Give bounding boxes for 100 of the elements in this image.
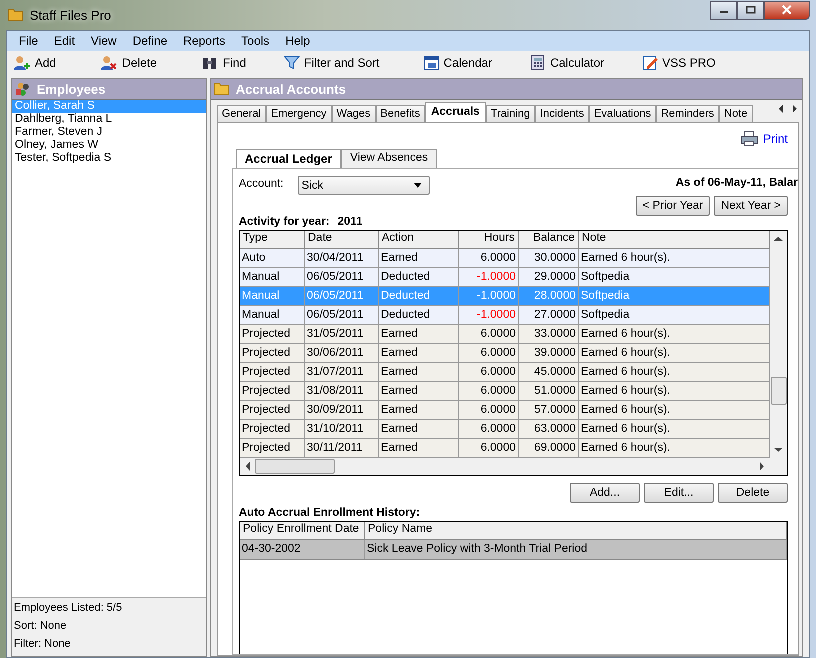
table-row[interactable]: Projected 31/10/2011 Earned 6.0000 63.0000 Earned 6 hour(s). bbox=[240, 420, 770, 439]
minimize-button[interactable] bbox=[710, 0, 737, 20]
toolbar-button[interactable]: Delete bbox=[96, 54, 162, 70]
employee-item[interactable]: Olney, James W bbox=[12, 139, 206, 152]
table-row[interactable]: Projected 30/11/2011 Earned 6.0000 69.0000 Earned 6 hour(s). bbox=[240, 439, 770, 458]
column-header[interactable]: Action bbox=[379, 231, 459, 248]
table-cell: Projected bbox=[240, 439, 305, 457]
tab[interactable]: Training bbox=[486, 105, 536, 122]
table-cell: 31/07/2011 bbox=[305, 363, 379, 381]
scroll-thumb[interactable] bbox=[255, 459, 335, 474]
table-cell: Manual bbox=[240, 306, 305, 324]
toolbar-button[interactable]: VSS PRO bbox=[638, 54, 720, 70]
table-cell: Earned bbox=[379, 363, 459, 381]
table-cell: Manual bbox=[240, 268, 305, 286]
panel-title: Accrual Accounts bbox=[236, 82, 346, 96]
tab[interactable]: Emergency bbox=[266, 105, 332, 122]
close-icon bbox=[781, 5, 793, 15]
table-cell: Sick Leave Policy with 3-Month Trial Period bbox=[365, 540, 787, 559]
table-cell: 6.0000 bbox=[459, 344, 519, 362]
table-cell: 6.0000 bbox=[459, 420, 519, 438]
table-cell: 6.0000 bbox=[459, 249, 519, 267]
tab[interactable]: Wages bbox=[332, 105, 376, 122]
menu-item[interactable]: Define bbox=[124, 34, 176, 48]
toolbar-button[interactable]: Add bbox=[9, 54, 60, 70]
table-row[interactable]: Manual 06/05/2011 Deducted -1.0000 27.0000 Softpedia bbox=[240, 306, 770, 325]
column-header[interactable]: Date bbox=[305, 231, 379, 248]
scroll-up-icon[interactable] bbox=[774, 236, 783, 242]
table-cell: Projected bbox=[240, 420, 305, 438]
activity-year: 2011 bbox=[338, 216, 363, 228]
table-cell: -1.0000 bbox=[459, 287, 519, 305]
ledger-button[interactable]: Edit... bbox=[644, 483, 714, 503]
table-row[interactable]: Projected 31/05/2011 Earned 6.0000 33.0000 Earned 6 hour(s). bbox=[240, 325, 770, 344]
menu-item[interactable]: View bbox=[83, 34, 125, 48]
table-cell: 6.0000 bbox=[459, 439, 519, 457]
employee-item[interactable]: Tester, Softpedia S bbox=[12, 152, 206, 165]
table-row[interactable]: Manual 06/05/2011 Deducted -1.0000 29.0000 Softpedia bbox=[240, 268, 770, 287]
table-row[interactable]: Projected 31/08/2011 Earned 6.0000 51.0000 Earned 6 hour(s). bbox=[240, 382, 770, 401]
table-cell: 6.0000 bbox=[459, 325, 519, 343]
horizontal-scrollbar[interactable] bbox=[240, 458, 787, 475]
ledger-button[interactable]: Add... bbox=[570, 483, 640, 503]
next-year-button[interactable]: Next Year > bbox=[714, 196, 788, 216]
menu-item[interactable]: Help bbox=[278, 34, 318, 48]
menu-item[interactable]: Tools bbox=[234, 34, 278, 48]
tab[interactable]: Benefits bbox=[376, 105, 426, 122]
column-header[interactable]: Policy Name bbox=[365, 522, 787, 539]
table-cell: 04-30-2002 bbox=[240, 540, 365, 559]
print-link[interactable]: Print bbox=[741, 131, 788, 147]
table-cell: 30/06/2011 bbox=[305, 344, 379, 362]
table-row[interactable]: Projected 31/07/2011 Earned 6.0000 45.0000 Earned 6 hour(s). bbox=[240, 363, 770, 382]
column-header[interactable]: Balance bbox=[519, 231, 579, 248]
toolbar-button[interactable]: Filter and Sort bbox=[280, 54, 384, 70]
table-row[interactable]: Projected 30/06/2011 Earned 6.0000 39.0000 Earned 6 hour(s). bbox=[240, 344, 770, 363]
column-header[interactable]: Policy Enrollment Date bbox=[240, 522, 365, 539]
menu-item[interactable]: File bbox=[11, 34, 46, 48]
panel-title: Employees bbox=[37, 82, 106, 96]
toolbar-button[interactable]: Calendar bbox=[420, 54, 496, 70]
maximize-button[interactable] bbox=[737, 0, 764, 20]
table-cell: Projected bbox=[240, 325, 305, 343]
table-cell: 31/10/2011 bbox=[305, 420, 379, 438]
close-button[interactable] bbox=[764, 0, 810, 20]
user-delete-icon bbox=[100, 54, 118, 70]
employee-item[interactable]: Dahlberg, Tianna L bbox=[12, 113, 206, 126]
employee-item[interactable]: Farmer, Steven J bbox=[12, 126, 206, 139]
user-add-icon bbox=[13, 54, 31, 70]
scroll-right-icon[interactable] bbox=[759, 462, 765, 471]
table-cell: 31/05/2011 bbox=[305, 325, 379, 343]
table-cell: 45.0000 bbox=[519, 363, 579, 381]
tab[interactable]: Accrual Ledger bbox=[236, 149, 342, 168]
toolbar-button[interactable]: Calculator bbox=[526, 54, 608, 70]
table-row[interactable]: 04-30-2002 Sick Leave Policy with 3-Month Trial Period bbox=[240, 540, 787, 560]
table-cell: Earned bbox=[379, 382, 459, 400]
table-row[interactable]: Projected 30/09/2011 Earned 6.0000 57.0000 Earned 6 hour(s). bbox=[240, 401, 770, 420]
menu-item[interactable]: Reports bbox=[176, 34, 234, 48]
prior-year-button[interactable]: < Prior Year bbox=[636, 196, 710, 216]
activity-label: Activity for year: bbox=[239, 216, 330, 228]
table-cell: Auto bbox=[240, 249, 305, 267]
ledger-button[interactable]: Delete bbox=[718, 483, 788, 503]
tab[interactable]: View Absences bbox=[341, 149, 438, 168]
toolbar-button[interactable]: Find bbox=[197, 54, 250, 70]
table-cell: 6.0000 bbox=[459, 401, 519, 419]
scroll-left-icon[interactable] bbox=[245, 462, 251, 471]
table-cell: 06/05/2011 bbox=[305, 268, 379, 286]
table-row[interactable]: Auto 30/04/2011 Earned 6.0000 30.0000 Earned 6 hour(s). bbox=[240, 249, 770, 268]
menu-item[interactable]: Edit bbox=[46, 34, 84, 48]
account-dropdown[interactable]: Sick bbox=[298, 176, 430, 195]
vertical-scrollbar[interactable] bbox=[770, 231, 787, 458]
scroll-thumb[interactable] bbox=[770, 377, 786, 405]
scroll-down-icon[interactable] bbox=[774, 447, 783, 453]
table-cell: 30/11/2011 bbox=[305, 439, 379, 457]
tab[interactable]: Note bbox=[719, 105, 753, 122]
tab[interactable]: Reminders bbox=[656, 105, 720, 122]
column-header[interactable]: Hours bbox=[459, 231, 519, 248]
table-cell: 30.0000 bbox=[519, 249, 579, 267]
column-header[interactable]: Type bbox=[240, 231, 305, 248]
tab[interactable]: General bbox=[217, 105, 266, 122]
folder-icon bbox=[214, 81, 230, 97]
table-cell: 57.0000 bbox=[519, 401, 579, 419]
tab[interactable]: Incidents bbox=[535, 105, 590, 122]
tab[interactable]: Evaluations bbox=[589, 105, 656, 122]
tab[interactable]: Accruals bbox=[425, 102, 486, 122]
